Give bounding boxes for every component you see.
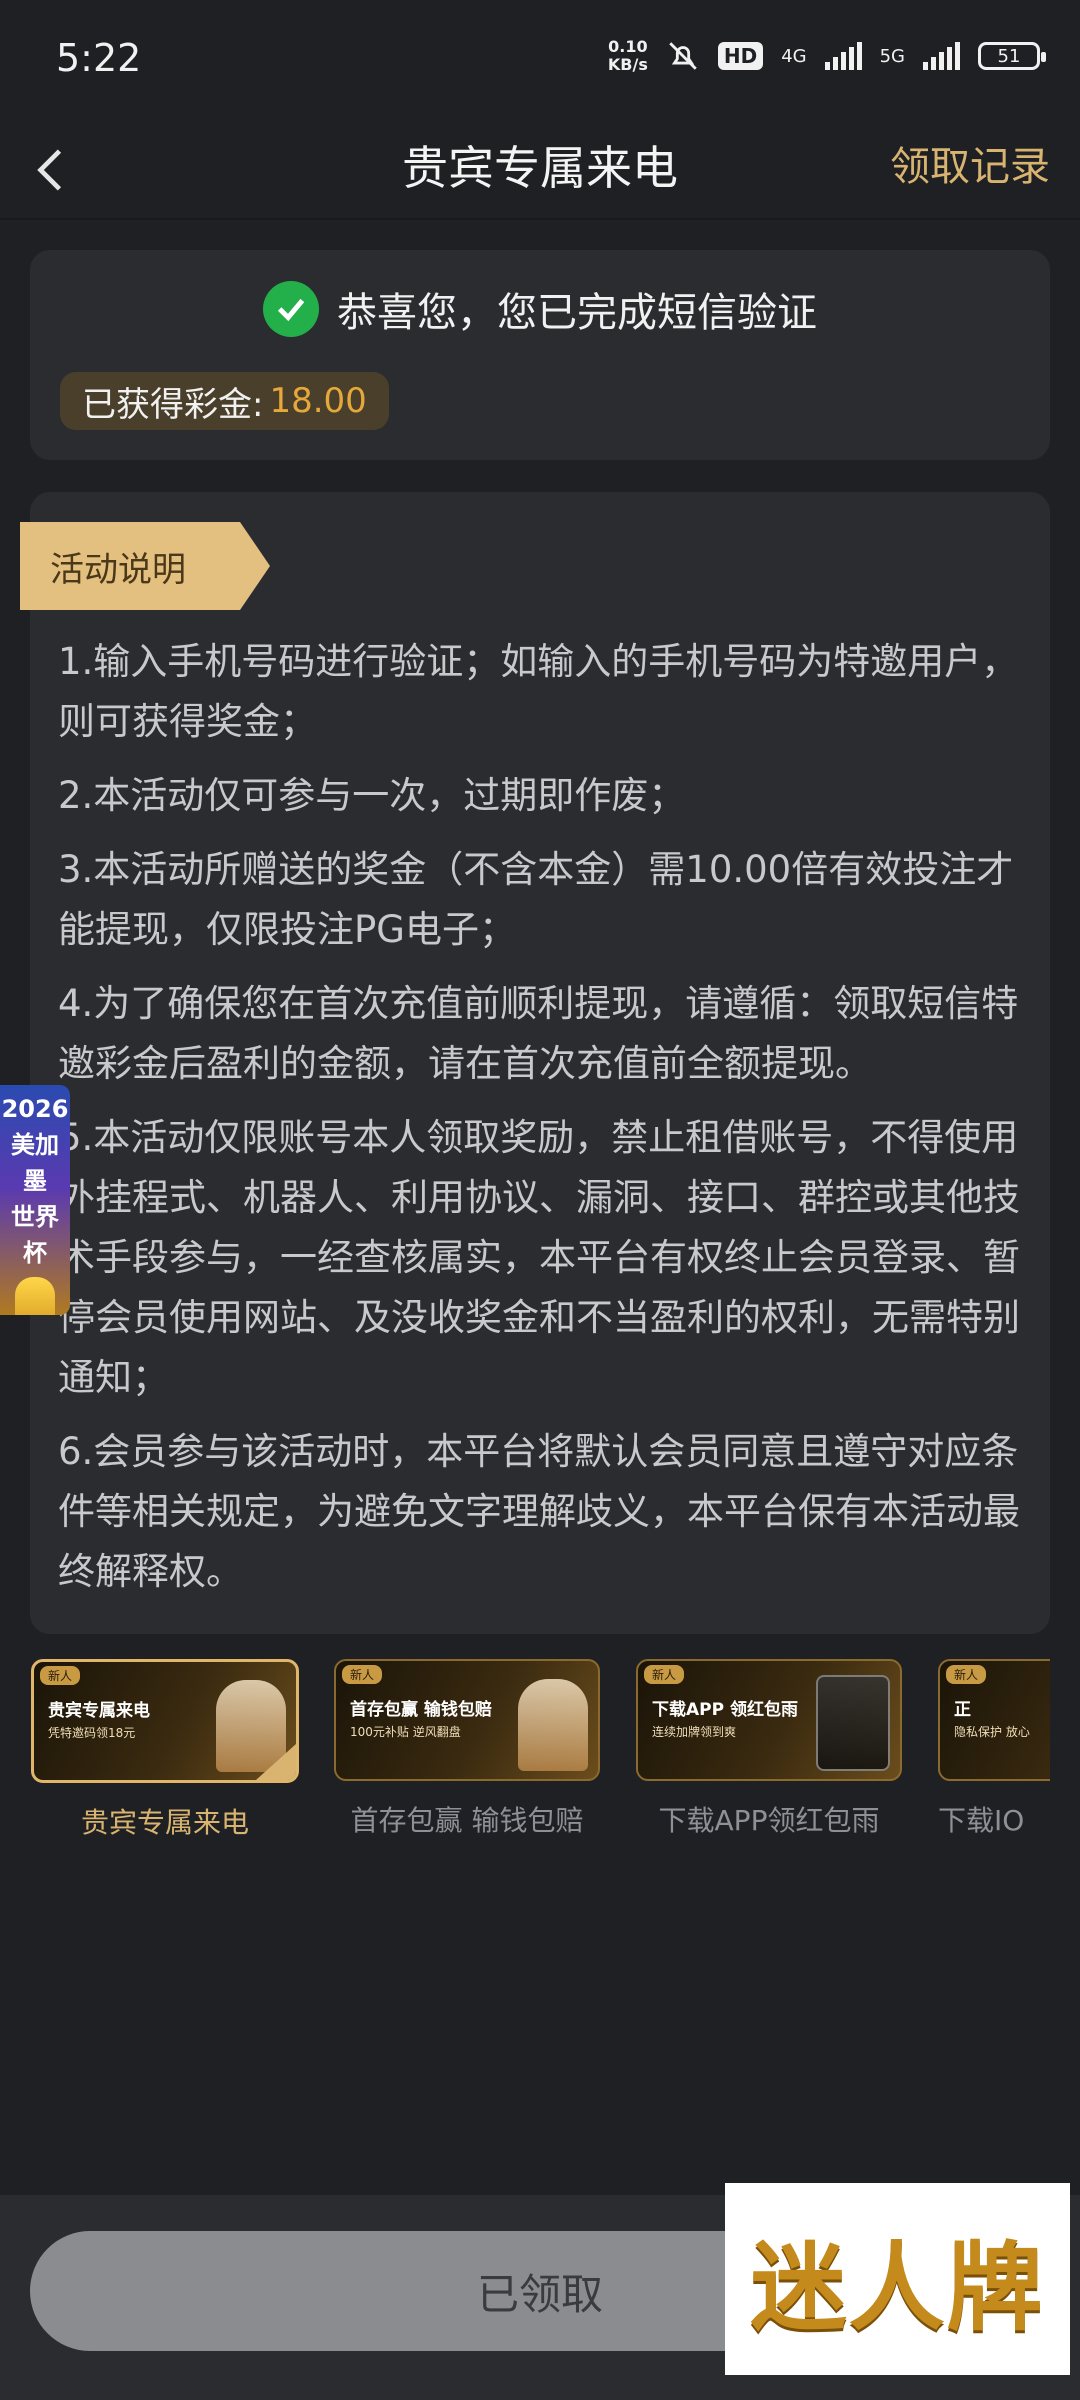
bonus-amount: 18.00	[269, 381, 367, 421]
promo-model-image	[518, 1679, 588, 1771]
promo-card: 新人 下载APP 领红包雨 连续加牌领到爽	[636, 1659, 902, 1781]
status-time: 5:22	[56, 36, 142, 80]
promo-carousel[interactable]: 新人 贵宾专属来电 凭特邀码领18元 贵宾专属来电 新人 首存包赢 输钱包赔 1…	[30, 1655, 1050, 1855]
rule-item: 3.本活动所赠送的奖金（不含本金）需10.00倍有效投注才能提现，仅限投注PG电…	[58, 848, 1014, 951]
rule-item: 2.本活动仅可参与一次，过期即作废；	[58, 774, 686, 817]
signal-4g-icon	[824, 42, 862, 70]
success-row: 恭喜您，您已完成短信验证	[30, 280, 1050, 338]
net-speed-unit: KB/s	[607, 55, 648, 74]
rule-item: 5.本活动仅限账号本人领取奖励，禁止租借账号，不得使用外挂程式、机器人、利用协议…	[58, 1116, 1020, 1399]
promo-label: 贵宾专属来电	[80, 1806, 249, 1839]
app-header: 贵宾专属来电 领取记录	[0, 120, 1080, 220]
check-circle-icon	[263, 281, 319, 337]
promo-label: 下载IO	[938, 1804, 1025, 1837]
promo-subtitle: 凭特邀码领18元	[48, 1726, 136, 1740]
rule-item: 1.输入手机号码进行验证；如输入的手机号码为特邀用户，则可获得奖金；	[58, 640, 1019, 743]
net-speed-value: 0.10	[608, 37, 648, 56]
promo-subtitle: 连续加牌领到爽	[652, 1725, 737, 1739]
promo-title: 正	[954, 1700, 971, 1720]
rule-item: 4.为了确保您在首次充值前顺利提现，请遵循：领取短信特邀彩金后盈利的金额，请在首…	[58, 982, 1019, 1085]
promo-badge: 新人	[946, 1665, 987, 1684]
float-line-2: 美加墨	[11, 1131, 59, 1195]
status-bar: 5:22 0.10 KB/s HD 4G 5G 51	[0, 0, 1080, 120]
float-line-3: 世界杯	[11, 1203, 59, 1267]
brand-logo: 迷人牌	[725, 2183, 1070, 2375]
status-icons: 0.10 KB/s HD 4G 5G 51	[608, 38, 1046, 74]
promo-card: 新人 首存包赢 输钱包赔 100元补贴 逆风翻盘	[334, 1659, 600, 1781]
activity-ribbon: 活动说明	[20, 522, 270, 610]
promo-badge: 新人	[40, 1666, 81, 1685]
signal-5g-icon	[923, 42, 960, 70]
promo-phone-image	[816, 1675, 890, 1771]
promo-label: 首存包赢 输钱包赔	[350, 1804, 584, 1837]
promo-title: 贵宾专属来电	[48, 1701, 150, 1721]
bonus-label: 已获得彩金:	[82, 384, 264, 425]
float-line-1: 2026	[1, 1095, 69, 1123]
promo-badge: 新人	[342, 1665, 383, 1684]
header-divider	[0, 218, 1080, 220]
promo-title: 下载APP 领红包雨	[652, 1700, 798, 1720]
promo-card: 新人 正 隐私保护 放心	[938, 1659, 1050, 1781]
promo-label: 下载APP领红包雨	[658, 1804, 880, 1837]
bell-muted-icon	[669, 42, 697, 70]
network-5g-label: 5G	[879, 45, 905, 67]
activity-card: 活动说明 1.输入手机号码进行验证；如输入的手机号码为特邀用户，则可获得奖金； …	[20, 492, 1050, 1634]
promo-item-first-deposit[interactable]: 新人 首存包赢 输钱包赔 100元补贴 逆风翻盘 首存包赢 输钱包赔	[332, 1659, 602, 1839]
promo-title: 首存包赢 输钱包赔	[350, 1700, 492, 1720]
records-link[interactable]: 领取记录	[890, 134, 1050, 192]
trophy-icon	[15, 1277, 55, 1315]
worldcup-float-banner[interactable]: 2026 美加墨 世界杯	[0, 1085, 70, 1315]
battery-level: 51	[997, 45, 1021, 67]
hd-badge: HD	[717, 42, 764, 70]
verification-card: 恭喜您，您已完成短信验证 已获得彩金: 18.00	[30, 250, 1050, 460]
promo-item-download-ios[interactable]: 新人 正 隐私保护 放心 下载IO	[936, 1659, 1050, 1839]
rule-item: 6.会员参与该活动时，本平台将默认会员同意且遵守对应条件等相关规定，为避免文字理…	[58, 1430, 1020, 1593]
promo-item-download-app[interactable]: 新人 下载APP 领红包雨 连续加牌领到爽 下载APP领红包雨	[634, 1659, 904, 1839]
bonus-badge: 已获得彩金: 18.00	[60, 372, 389, 430]
rules-list: 1.输入手机号码进行验证；如输入的手机号码为特邀用户，则可获得奖金； 2.本活动…	[58, 632, 1048, 1616]
promo-card: 新人 贵宾专属来电 凭特邀码领18元	[31, 1659, 299, 1783]
promo-subtitle: 隐私保护 放心	[954, 1725, 1030, 1739]
success-message: 恭喜您，您已完成短信验证	[337, 290, 817, 336]
promo-badge: 新人	[644, 1665, 685, 1684]
promo-model-image	[216, 1680, 286, 1772]
brand-logo-text: 迷人牌	[750, 2230, 1045, 2344]
promo-item-vip-call[interactable]: 新人 贵宾专属来电 凭特邀码领18元 贵宾专属来电	[30, 1659, 300, 1841]
promo-subtitle: 100元补贴 逆风翻盘	[350, 1725, 461, 1739]
battery-icon: 51	[978, 42, 1046, 70]
network-4g-label: 4G	[781, 45, 807, 67]
net-speed: 0.10 KB/s	[608, 38, 648, 74]
